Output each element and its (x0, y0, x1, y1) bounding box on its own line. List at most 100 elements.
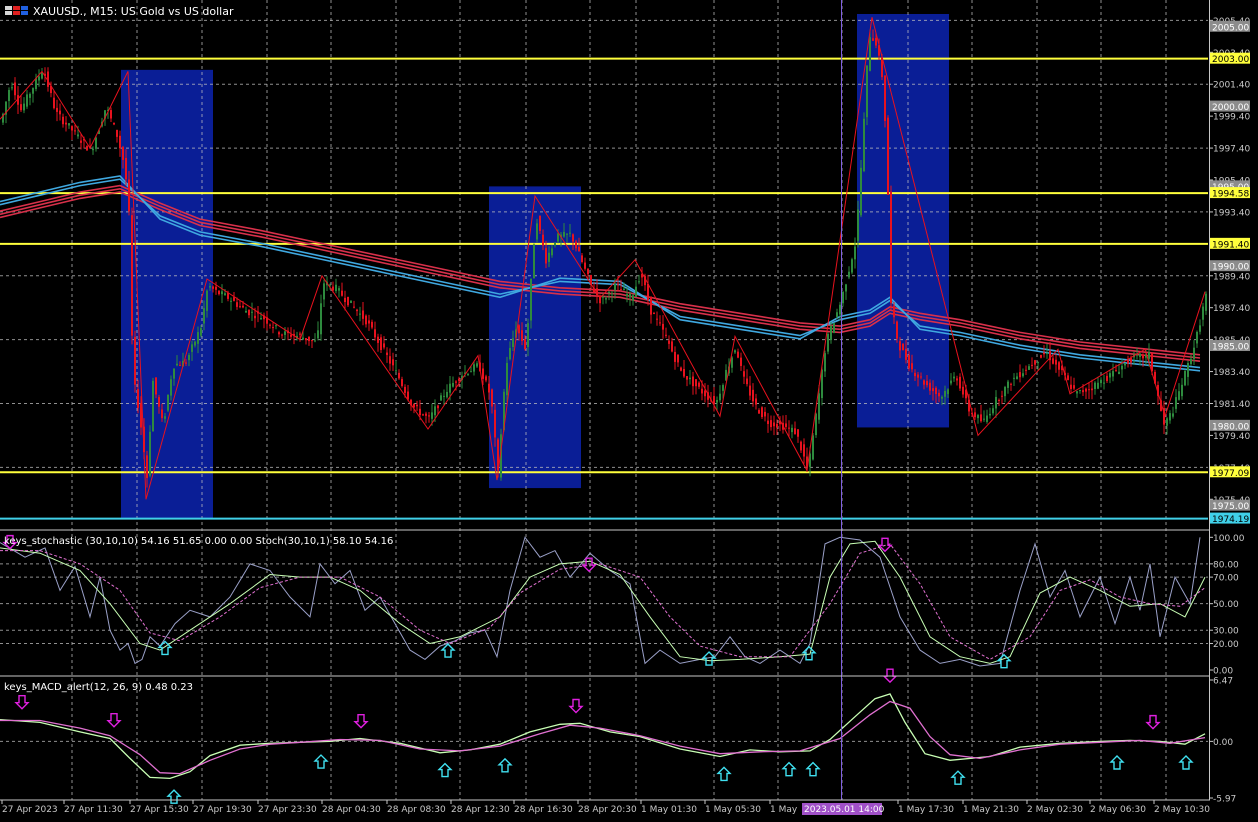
bear-candle (659, 322, 661, 324)
bull-candle (443, 395, 445, 397)
bear-candle (332, 286, 334, 291)
bear-candle (185, 362, 187, 364)
bear-candle (539, 215, 541, 231)
macd-tick-label: 0.00 (1213, 738, 1233, 748)
bear-candle (308, 336, 310, 342)
macd-label: keys_MACD_alert(12, 26, 9) 0.48 0.23 (4, 682, 193, 693)
bear-candle (404, 386, 406, 393)
bear-candle (887, 117, 889, 195)
bear-candle (227, 293, 229, 299)
bear-candle (362, 310, 364, 319)
bull-candle (1172, 413, 1174, 417)
bear-candle (935, 387, 937, 394)
bear-candle (998, 399, 1000, 401)
bear-candle (428, 415, 430, 417)
bull-candle (350, 300, 352, 303)
bull-candle (941, 396, 943, 399)
bull-candle (977, 415, 979, 419)
bull-candle (170, 379, 172, 396)
chart-canvas[interactable]: 2005.402003.402001.401999.401997.401995.… (0, 0, 1258, 818)
bull-candle (611, 293, 613, 295)
bull-candle (275, 325, 277, 327)
bear-candle (131, 215, 133, 336)
bull-candle (35, 78, 37, 89)
bull-candle (791, 427, 793, 433)
bear-candle (920, 376, 922, 378)
bear-candle (341, 290, 343, 296)
bull-candle (812, 435, 814, 460)
bear-candle (125, 157, 127, 180)
bear-candle (701, 388, 703, 394)
bull-candle (629, 293, 631, 298)
bear-candle (692, 376, 694, 387)
time-tick-label: 27 Apr 23:30 (258, 805, 317, 815)
time-tick-label: 2 May 06:30 (1090, 805, 1146, 815)
time-tick-label: 27 Apr 19:30 (193, 805, 252, 815)
price-label-text: 1977.09 (1212, 469, 1249, 479)
bear-candle (656, 318, 658, 320)
bear-candle (437, 405, 439, 409)
macd-tick-label: -5.97 (1213, 795, 1236, 805)
highlight-zone-1 (121, 69, 213, 519)
bull-candle (317, 330, 319, 339)
bear-candle (683, 369, 685, 377)
bear-candle (698, 382, 700, 387)
bear-candle (980, 414, 982, 422)
bull-candle (632, 295, 634, 301)
bear-candle (281, 334, 283, 336)
bull-candle (626, 294, 628, 297)
bull-candle (38, 76, 40, 81)
bear-candle (587, 268, 589, 275)
stoch-tick-label: 100.00 (1213, 534, 1245, 544)
bull-candle (848, 271, 850, 278)
price-tick-label: 1997.40 (1213, 145, 1250, 155)
bull-candle (1037, 361, 1039, 364)
price-label-text: 2003.00 (1212, 55, 1249, 65)
bear-candle (1067, 375, 1069, 381)
bear-candle (905, 348, 907, 360)
trading-chart-window[interactable]: 2005.402003.402001.401999.401997.401995.… (0, 0, 1258, 818)
bear-candle (737, 351, 739, 358)
bear-candle (617, 283, 619, 285)
one-click-trading-icon[interactable] (5, 6, 28, 15)
bull-candle (164, 416, 166, 419)
price-label-text: 1980.00 (1212, 422, 1249, 432)
bull-candle (842, 291, 844, 304)
time-tick-label: 28 Apr 16:30 (514, 805, 573, 815)
bull-candle (512, 338, 514, 348)
bear-candle (542, 234, 544, 246)
bull-candle (1094, 382, 1096, 390)
bear-candle (119, 135, 121, 149)
bull-candle (230, 300, 232, 302)
bear-candle (893, 305, 895, 318)
bull-candle (26, 94, 28, 107)
price-axis[interactable]: 2005.402003.402001.401999.401997.401995.… (1209, 0, 1258, 818)
bull-candle (818, 393, 820, 420)
bull-candle (602, 296, 604, 298)
bear-candle (179, 364, 181, 366)
macd-tick-label: 6.47 (1213, 677, 1233, 687)
bear-candle (386, 352, 388, 356)
bear-candle (974, 412, 976, 418)
bull-candle (839, 304, 841, 315)
bull-candle (950, 380, 952, 384)
bear-candle (134, 336, 136, 385)
bull-candle (470, 371, 472, 373)
bear-candle (419, 408, 421, 416)
bear-candle (218, 290, 220, 295)
bull-candle (206, 290, 208, 311)
bear-candle (485, 376, 487, 381)
bull-candle (167, 394, 169, 411)
bear-candle (14, 82, 16, 96)
price-tick-label: 1979.40 (1213, 432, 1250, 442)
bear-candle (704, 390, 706, 397)
bear-candle (545, 248, 547, 264)
bear-candle (137, 389, 139, 408)
bull-candle (986, 415, 988, 422)
bull-candle (23, 103, 25, 111)
bear-candle (749, 385, 751, 396)
price-label-text: 2005.00 (1212, 23, 1249, 33)
bear-candle (422, 414, 424, 416)
bear-candle (746, 378, 748, 385)
bull-candle (329, 284, 331, 286)
